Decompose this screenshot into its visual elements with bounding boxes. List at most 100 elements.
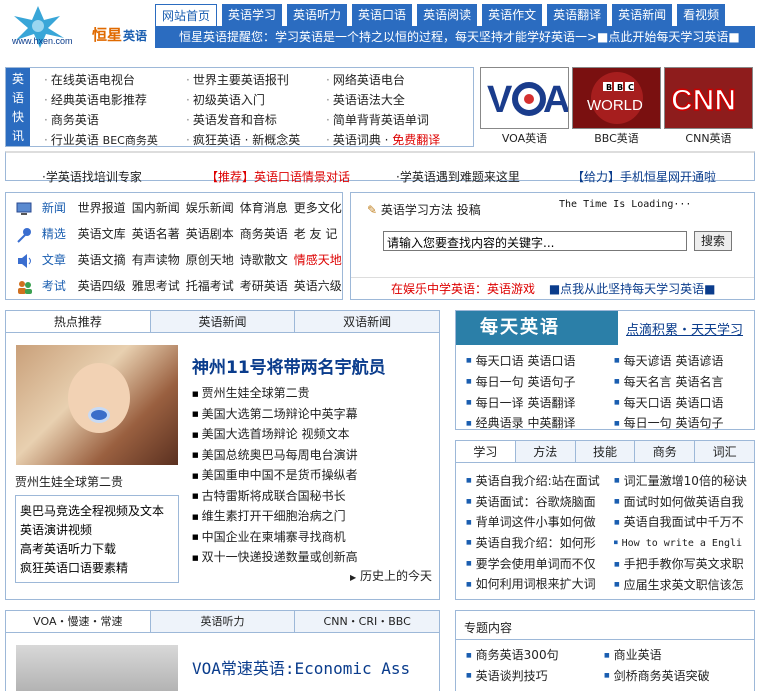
quick-link[interactable]: 初级英语入门 xyxy=(186,90,300,110)
featured-link[interactable]: 奥巴马竞选全程视频及文本 xyxy=(20,502,174,521)
daily-link[interactable]: 每天口语 英语口语 xyxy=(614,393,724,414)
special-link[interactable]: 商务英语300句 xyxy=(466,645,559,666)
news-item[interactable]: 美国大选首场辩论 视频文本 xyxy=(192,424,358,445)
learning-link[interactable]: 英语自我介绍：如何形 xyxy=(466,533,600,554)
voa-photo[interactable] xyxy=(16,645,178,691)
daily-link[interactable]: 每日一译 英语翻译 xyxy=(466,393,576,414)
featured-link[interactable]: 高考英语听力下载 xyxy=(20,540,174,559)
featured-link[interactable]: 英语演讲视频 xyxy=(20,521,174,540)
nav-reading[interactable]: 英语阅读 xyxy=(417,4,478,26)
news-item[interactable]: 古特雷斯将成联合国秘书长 xyxy=(192,486,358,507)
tab-listening[interactable]: 英语听力 xyxy=(149,611,295,632)
news-item[interactable]: 双十一快递投递数量或创新高 xyxy=(192,547,358,568)
headline[interactable]: 神州11号将带两名宇航员 xyxy=(192,353,386,378)
cnn-logo[interactable]: CNN xyxy=(664,67,753,129)
promo-link[interactable]: 【推荐】英语口语情景对话 xyxy=(206,168,350,185)
nav-writing[interactable]: 英语作文 xyxy=(482,4,543,26)
quick-link[interactable]: 世界主要英语报刊 xyxy=(186,70,300,90)
quick-link[interactable]: 商务英语 xyxy=(44,110,158,130)
voa-headline[interactable]: VOA常速英语:Economic Ass xyxy=(192,655,410,679)
nav-speaking[interactable]: 英语口语 xyxy=(352,4,413,26)
notice-bar[interactable]: 恒星英语提醒您：学习英语是一个持之以恒的过程，每天坚持才能学好英语一>■点此开始… xyxy=(155,26,755,48)
promo-link[interactable]: 【给力】手机恒星网开通啦 xyxy=(572,168,716,185)
study-method-link[interactable]: 英语学习方法 xyxy=(381,203,453,217)
photo-caption[interactable]: 贾州生娃全球第二贵 xyxy=(15,473,123,490)
games-link[interactable]: 在娱乐中学英语：英语游戏 xyxy=(391,282,535,296)
nav-translation[interactable]: 英语翻译 xyxy=(547,4,608,26)
learning-link[interactable]: 背单词这件小事如何做 xyxy=(466,512,600,533)
tab-hot[interactable]: 热点推荐 xyxy=(6,311,150,332)
daily-link[interactable]: 每天口语 英语口语 xyxy=(466,351,576,372)
daily-english-subtitle[interactable]: 点滴积累・天天学习 xyxy=(626,319,743,338)
history-today-link[interactable]: ▶ 历史上的今天 xyxy=(350,567,432,584)
nav-news[interactable]: 英语新闻 xyxy=(612,4,673,26)
site-logo[interactable]: 恒星英语 www.hxen.com xyxy=(6,4,150,50)
tab-business[interactable]: 商务 xyxy=(634,441,694,462)
tab-english-news[interactable]: 英语新闻 xyxy=(149,311,295,332)
tab-method[interactable]: 方法 xyxy=(514,441,575,462)
quick-link[interactable]: 在线英语电视台 xyxy=(44,70,158,90)
quick-link[interactable]: 网络英语电台 xyxy=(326,70,440,90)
cnn-label[interactable]: CNN英语 xyxy=(664,130,753,146)
tab-study[interactable]: 学习 xyxy=(456,441,515,462)
svg-text:B: B xyxy=(617,83,623,92)
bbc-logo[interactable]: BBC WORLD xyxy=(572,67,661,129)
learning-link[interactable]: How to write a Engli xyxy=(614,533,752,554)
voa-logo[interactable]: V A xyxy=(480,67,570,129)
quick-link[interactable]: 简单背背英语单词 xyxy=(326,110,440,130)
daily-link[interactable]: 每天名言 英语名言 xyxy=(614,372,724,393)
free-translate-link[interactable]: 免费翻译 xyxy=(392,133,440,147)
learning-link[interactable]: 英语面试：谷歌烧脑面 xyxy=(466,492,600,513)
nav-listening[interactable]: 英语听力 xyxy=(287,4,348,26)
news-item[interactable]: 美国总统奥巴马每周电台演讲 xyxy=(192,445,358,466)
daily-english-title[interactable]: 每天英语 xyxy=(456,311,618,345)
submit-link[interactable]: 投稿 xyxy=(457,203,481,217)
daily-link[interactable]: 每日一句 英语句子 xyxy=(466,372,576,393)
quick-link[interactable]: 经典英语电影推荐 xyxy=(44,90,158,110)
quick-link[interactable]: 疯狂英语 xyxy=(193,133,241,147)
quick-link[interactable]: 英语词典 xyxy=(333,133,381,147)
special-link[interactable]: 商业英语 xyxy=(604,645,710,666)
quick-link[interactable]: 英语发音和音标 xyxy=(186,110,300,130)
learning-tabs: 学习 方法 技能 商务 词汇 xyxy=(456,441,754,463)
promo-link[interactable]: ·学英语遇到难题来这里 xyxy=(396,168,520,185)
special-link[interactable]: 英语谈判技巧 xyxy=(466,666,559,687)
daily-link[interactable]: 每天谚语 英语谚语 xyxy=(614,351,724,372)
tab-skills[interactable]: 技能 xyxy=(574,441,635,462)
news-item[interactable]: 美国大选第二场辩论中英字幕 xyxy=(192,404,358,425)
daily-link[interactable]: 每日一句 英语句子 xyxy=(614,413,724,434)
special-link[interactable]: 剑桥商务英语突破 xyxy=(604,666,710,687)
learning-link[interactable]: 面试时如何做英语自我 xyxy=(614,492,752,513)
nav-home[interactable]: 网站首页 xyxy=(155,4,218,26)
learning-link[interactable]: 英语自我面试中千万不 xyxy=(614,512,752,533)
news-item[interactable]: 贾州生娃全球第二贵 xyxy=(192,383,358,404)
nav-study[interactable]: 英语学习 xyxy=(222,4,283,26)
featured-link[interactable]: 疯狂英语口语要素精 xyxy=(20,559,174,578)
learning-link[interactable]: 词汇量激增10倍的秘诀 xyxy=(614,471,752,492)
news-item[interactable]: 维生素打开干细胞治病之门 xyxy=(192,506,358,527)
search-button[interactable]: 搜索 xyxy=(694,231,732,251)
tab-bilingual-news[interactable]: 双语新闻 xyxy=(294,311,439,332)
bbc-label[interactable]: BBC英语 xyxy=(572,130,661,146)
quick-link[interactable]: 英语语法大全 xyxy=(326,90,440,110)
daily-study-link[interactable]: ■点我从此坚持每天学习英语■ xyxy=(549,282,716,296)
quick-link[interactable]: 新概念英 xyxy=(252,133,300,147)
search-input[interactable]: 请输入您要查找内容的关键字... xyxy=(383,231,687,251)
learning-link[interactable]: 如何利用词根来扩大词 xyxy=(466,574,600,595)
nav-video[interactable]: 看视频 xyxy=(677,4,726,26)
learning-link[interactable]: 英语自我介绍:站在面试 xyxy=(466,471,600,492)
news-photo[interactable] xyxy=(16,345,178,465)
daily-link[interactable]: 经典语录 中英翻译 xyxy=(466,413,576,434)
tab-cnn-cri-bbc[interactable]: CNN・CRI・BBC xyxy=(294,611,439,632)
news-item[interactable]: 中国企业在柬埔寨寻找商机 xyxy=(192,527,358,548)
learning-link[interactable]: 应届生求英文职信该怎 xyxy=(614,575,752,596)
learning-link[interactable]: 要学会使用单词而不仅 xyxy=(466,554,600,575)
learning-link[interactable]: 手把手教你写英文求职 xyxy=(614,554,752,575)
quick-link[interactable]: BEC商务英 xyxy=(103,134,158,147)
quick-link[interactable]: 行业英语 xyxy=(51,133,99,147)
tab-vocab[interactable]: 词汇 xyxy=(694,441,754,462)
voa-label[interactable]: VOA英语 xyxy=(480,130,569,146)
tab-voa[interactable]: VOA・慢速・常速 xyxy=(6,611,150,632)
promo-link[interactable]: ·学英语找培训专家 xyxy=(42,168,142,185)
news-item[interactable]: 美国重申中国不是货币操纵者 xyxy=(192,465,358,486)
